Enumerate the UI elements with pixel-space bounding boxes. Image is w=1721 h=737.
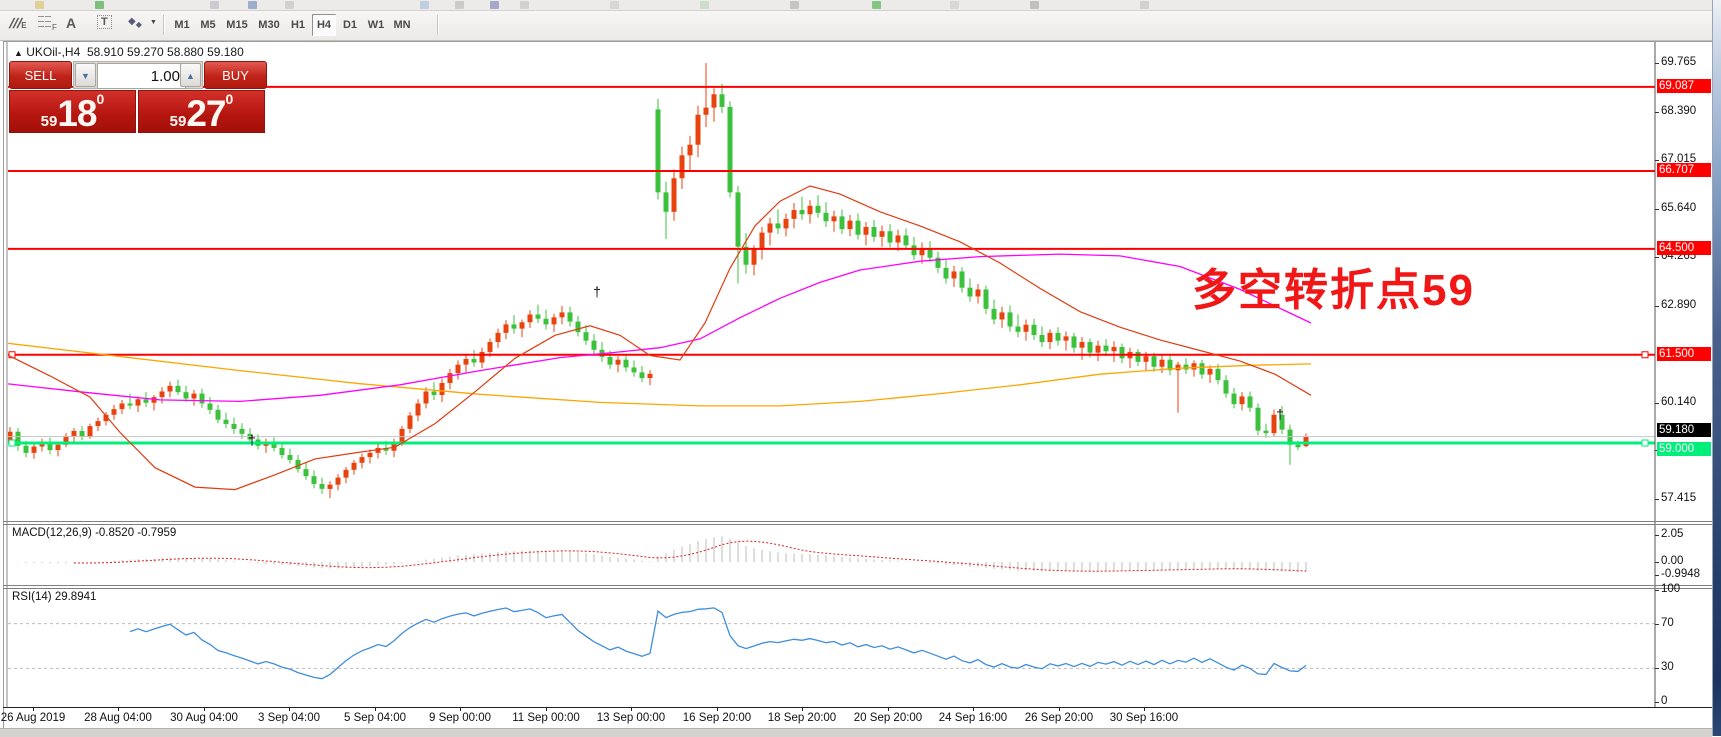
sell-price-small: 59 <box>41 113 58 130</box>
macd-tick-dash <box>1655 575 1659 576</box>
buy-button[interactable]: BUY <box>204 61 267 89</box>
price-level-badge: 66.707 <box>1657 163 1711 177</box>
price-tick-label: 62.890 <box>1661 299 1713 311</box>
volume-control: ▼ ▲ <box>73 61 203 89</box>
time-axis-tick <box>631 707 632 711</box>
macd-tick-label: 2.05 <box>1661 528 1713 540</box>
sell-price-display[interactable]: 59180 <box>9 90 136 133</box>
rsi-tick-dash <box>1655 702 1659 703</box>
macd-layer <box>10 536 1306 572</box>
current-price-badge: 59.180 <box>1657 423 1711 437</box>
cross-marker: † <box>593 284 601 300</box>
price-tick-label: 60.140 <box>1661 396 1713 408</box>
time-axis-label: 16 Sep 20:00 <box>672 712 762 724</box>
price-tick-label: 65.640 <box>1661 202 1713 214</box>
ohlc-readout: 58.910 59.270 58.880 59.180 <box>87 45 244 59</box>
price-tick-dash <box>1655 63 1659 64</box>
time-axis-tick <box>1144 707 1145 711</box>
symbol-arrow-icon: ▲ <box>14 48 23 58</box>
line-handle[interactable] <box>1642 440 1648 446</box>
price-tick-label: 68.390 <box>1661 105 1713 117</box>
time-axis-tick <box>802 707 803 711</box>
price-level-badge: 69.087 <box>1657 79 1711 93</box>
buy-price-small: 59 <box>170 113 187 130</box>
time-axis-tick <box>289 707 290 711</box>
rsi-tick-label: 70 <box>1661 617 1713 629</box>
time-axis-tick <box>1059 707 1060 711</box>
time-axis-tick <box>204 707 205 711</box>
time-axis-label: 18 Sep 20:00 <box>757 712 847 724</box>
rsi-tick-label: 0 <box>1661 695 1713 707</box>
window-right-edge <box>1712 0 1721 736</box>
sell-price-sup: 0 <box>97 91 105 107</box>
sell-price-big: 18 <box>57 93 96 134</box>
macd-tick-label: 0.00 <box>1661 555 1713 567</box>
line-handle[interactable] <box>1642 352 1648 358</box>
time-axis-tick <box>888 707 889 711</box>
rsi-tick-dash <box>1655 668 1659 669</box>
volume-input[interactable] <box>97 63 186 89</box>
buy-price-sup: 0 <box>226 91 234 107</box>
price-level-badge: 64.500 <box>1657 241 1711 255</box>
chart-annotation: 多空转折点59 <box>1192 254 1475 318</box>
cross-marker: † <box>248 432 256 448</box>
panel-separator <box>3 588 1712 589</box>
time-axis-label: 28 Aug 04:00 <box>73 712 163 724</box>
volume-increase-button[interactable]: ▲ <box>180 63 201 87</box>
buy-price-display[interactable]: 59270 <box>138 90 265 133</box>
time-axis-tick <box>33 707 34 711</box>
time-axis-tick <box>460 707 461 711</box>
rsi-layer <box>8 608 1655 679</box>
price-tick-label: 69.765 <box>1661 56 1713 68</box>
macd-label: MACD(12,26,9) -0.8520 -0.7959 <box>12 527 176 539</box>
sell-button[interactable]: SELL <box>9 61 72 89</box>
time-axis-label: 26 Aug 2019 <box>0 712 78 724</box>
time-axis-label: 9 Sep 00:00 <box>415 712 505 724</box>
ma-mid-line <box>0 254 1311 401</box>
time-axis-tick <box>546 707 547 711</box>
panel-separator[interactable] <box>3 585 1712 586</box>
time-axis-label: 30 Aug 04:00 <box>159 712 249 724</box>
price-level-badge: 59.000 <box>1657 442 1711 456</box>
price-tick-dash <box>1655 112 1659 113</box>
price-tick-dash <box>1655 209 1659 210</box>
price-tick-dash <box>1655 160 1659 161</box>
price-tick-dash <box>1655 306 1659 307</box>
volume-decrease-button[interactable]: ▼ <box>75 63 96 87</box>
panel-separator[interactable] <box>3 521 1712 522</box>
macd-tick-dash <box>1655 562 1659 563</box>
time-axis-label: 3 Sep 04:00 <box>244 712 334 724</box>
rsi-tick-label: 30 <box>1661 661 1713 673</box>
price-level-badge: 61.500 <box>1657 347 1711 361</box>
time-axis-label: 11 Sep 00:00 <box>501 712 591 724</box>
macd-tick-dash <box>1655 535 1659 536</box>
time-axis-tick <box>717 707 718 711</box>
rsi-tick-label: 100 <box>1661 583 1713 595</box>
time-axis-label: 5 Sep 04:00 <box>330 712 420 724</box>
rsi-tick-dash <box>1655 624 1659 625</box>
time-axis-label: 13 Sep 00:00 <box>586 712 676 724</box>
time-axis-label: 26 Sep 20:00 <box>1014 712 1104 724</box>
time-axis-label: 20 Sep 20:00 <box>843 712 933 724</box>
time-axis-label: 24 Sep 16:00 <box>928 712 1018 724</box>
one-click-trade-panel: SELL ▼ ▲ BUY 59180 59270 <box>9 61 267 133</box>
rsi-label: RSI(14) 29.8941 <box>12 591 96 603</box>
time-axis-tick <box>375 707 376 711</box>
price-tick-label: 57.415 <box>1661 492 1713 504</box>
time-axis-tick <box>118 707 119 711</box>
price-tick-dash <box>1655 403 1659 404</box>
price-tick-dash <box>1655 257 1659 258</box>
line-handle[interactable] <box>9 440 15 446</box>
buy-price-big: 27 <box>186 93 225 134</box>
cross-marker: † <box>1276 406 1284 422</box>
symbol-period: UKOil-,H4 <box>26 45 80 59</box>
time-axis-tick <box>973 707 974 711</box>
time-axis-label: 30 Sep 16:00 <box>1099 712 1189 724</box>
panel-separator <box>3 524 1712 525</box>
time-axis-separator <box>3 707 1712 708</box>
macd-tick-label: -0.9948 <box>1661 568 1713 580</box>
rsi-tick-dash <box>1655 590 1659 591</box>
price-tick-dash <box>1655 499 1659 500</box>
chart-title: ▲ UKOil-,H4 58.910 59.270 58.880 59.180 <box>14 45 244 59</box>
